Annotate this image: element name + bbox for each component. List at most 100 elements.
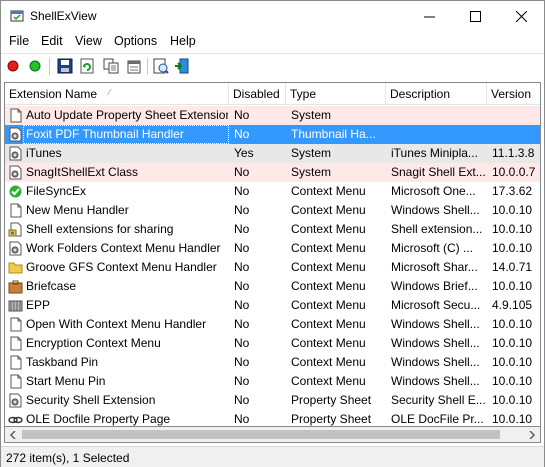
table-row[interactable]: Taskband Pin No Context Menu Windows Shell.…: [5, 353, 540, 372]
cell-extension-name: Encryption Context Menu: [26, 336, 161, 350]
list-header: Extension Name ⁄ Disabled Type Descripti…: [5, 83, 540, 105]
table-row[interactable]: New Menu Handler No Context Menu Windows Sh…: [5, 201, 540, 220]
menu-help[interactable]: Help: [169, 34, 197, 48]
shellexview-window: ShellExView File Edit View Options Help: [0, 0, 545, 467]
cell-extension-name: Open With Context Menu Handler: [26, 317, 207, 331]
column-header-version[interactable]: Version: [487, 83, 540, 105]
window-title: ShellExView: [30, 9, 97, 23]
table-row[interactable]: Security Shell Extension No Property Sheet…: [5, 391, 540, 410]
save-button[interactable]: [56, 57, 74, 75]
close-button[interactable]: [498, 1, 544, 31]
disable-red-icon: [7, 60, 19, 72]
cell-disabled: No: [234, 298, 250, 312]
status-bar: 272 item(s), 1 Selected: [1, 446, 544, 467]
list-rows: Auto Update Property Sheet Extension No Sy…: [5, 106, 540, 426]
html-report-button[interactable]: [152, 57, 170, 75]
cell-disabled: No: [234, 165, 250, 179]
epp-icon: [8, 298, 23, 313]
document-icon: [8, 108, 23, 123]
cell-description: Windows Shell...: [391, 317, 480, 331]
cell-version: 10.0.10: [492, 355, 533, 369]
table-row[interactable]: FileSyncEx No Context Menu Microsoft One...…: [5, 182, 540, 201]
column-header-type[interactable]: Type: [286, 83, 386, 105]
document-gear-icon: [8, 393, 23, 408]
cell-disabled: No: [234, 393, 250, 407]
cell-extension-name: SnagItShellExt Class: [26, 165, 139, 179]
cell-type: Context Menu: [291, 241, 366, 255]
cell-version: 10.0.10: [492, 241, 533, 255]
table-row[interactable]: Groove GFS Context Menu Handler No Context…: [5, 258, 540, 277]
cell-disabled: No: [234, 279, 250, 293]
column-header-disabled[interactable]: Disabled: [229, 83, 286, 105]
column-header-description[interactable]: Description: [386, 83, 487, 105]
table-row[interactable]: Auto Update Property Sheet Extension No Sy…: [5, 106, 540, 125]
cell-extension-name: Start Menu Pin: [26, 374, 106, 388]
cell-disabled: No: [234, 336, 250, 350]
cell-description: Shell extension...: [391, 222, 483, 236]
horizontal-scrollbar[interactable]: [4, 427, 541, 443]
cell-extension-name: Groove GFS Context Menu Handler: [26, 260, 217, 274]
table-row[interactable]: Briefcase No Context Menu Windows Brief... 1…: [5, 277, 540, 296]
scroll-thumb[interactable]: [22, 430, 500, 439]
title-bar: ShellExView: [1, 1, 544, 31]
cell-description: [391, 125, 487, 144]
extension-list[interactable]: Extension Name ⁄ Disabled Type Descripti…: [4, 82, 541, 427]
cell-extension-name: Shell extensions for sharing: [26, 222, 174, 236]
menu-view[interactable]: View: [74, 34, 103, 48]
cell-extension-name: Work Folders Context Menu Handler: [26, 241, 221, 255]
table-row[interactable]: Start Menu Pin No Context Menu Windows Shel…: [5, 372, 540, 391]
menu-edit[interactable]: Edit: [40, 34, 64, 48]
document-gear-icon: [8, 146, 23, 161]
cell-type: Context Menu: [291, 298, 366, 312]
cell-type: Context Menu: [291, 374, 366, 388]
table-row[interactable]: Open With Context Menu Handler No Context …: [5, 315, 540, 334]
exit-button[interactable]: [173, 57, 191, 75]
table-row[interactable]: Shell extensions for sharing No Context Me…: [5, 220, 540, 239]
table-row[interactable]: Work Folders Context Menu Handler No Conte…: [5, 239, 540, 258]
minimize-button[interactable]: [406, 1, 452, 31]
cell-version: 10.0.10: [492, 203, 533, 217]
table-row[interactable]: Encryption Context Menu No Context Menu Win…: [5, 334, 540, 353]
menu-options[interactable]: Options: [113, 34, 158, 48]
toolbar-separator: [49, 58, 50, 75]
cell-type: System: [291, 108, 332, 122]
cell-description: Security Shell E...: [391, 393, 486, 407]
table-row[interactable]: iTunes Yes System iTunes Minipla... 11.1.3.8: [5, 144, 540, 163]
cell-extension-name: FileSyncEx: [26, 184, 87, 198]
disable-button[interactable]: [4, 57, 22, 75]
cell-disabled: No: [234, 108, 250, 122]
column-header-extension-name[interactable]: Extension Name: [5, 83, 229, 105]
cell-type: Property Sheet: [291, 412, 372, 426]
copy-button[interactable]: [102, 57, 120, 75]
scroll-left-button[interactable]: [5, 427, 21, 443]
table-row[interactable]: OLE Docfile Property Page No Property Shee…: [5, 410, 540, 426]
chevron-left-icon: [9, 431, 16, 439]
document-icon: [8, 336, 23, 351]
cell-version: 10.0.10: [492, 412, 533, 426]
properties-button[interactable]: [125, 57, 143, 75]
refresh-icon: [80, 58, 94, 74]
enable-button[interactable]: [26, 57, 44, 75]
table-row[interactable]: EPP No Context Menu Microsoft Secu... 4.9.10…: [5, 296, 540, 315]
status-text: 272 item(s), 1 Selected: [6, 451, 130, 465]
document-icon: [8, 374, 23, 389]
cell-description: OLE DocFile Pr...: [391, 412, 484, 426]
cell-type: System: [291, 165, 332, 179]
document-icon: [8, 355, 23, 370]
refresh-button[interactable]: [78, 57, 96, 75]
cell-type: Context Menu: [291, 336, 366, 350]
exit-icon: [175, 58, 189, 74]
scroll-right-button[interactable]: [524, 427, 540, 443]
cell-description: Windows Shell...: [391, 374, 480, 388]
table-row[interactable]: SnagItShellExt Class No System Snagit Shell…: [5, 163, 540, 182]
cell-type: Context Menu: [291, 260, 366, 274]
cell-type: Context Menu: [291, 184, 366, 198]
menu-file[interactable]: File: [8, 34, 30, 48]
cell-version: [492, 106, 540, 125]
cell-description: Microsoft One...: [391, 184, 476, 198]
cell-disabled: Yes: [234, 146, 254, 160]
folder-icon: [8, 260, 23, 275]
cell-version: 17.3.62: [492, 184, 533, 198]
maximize-button[interactable]: [452, 1, 498, 31]
table-row[interactable]: Foxit PDF Thumbnail Handler No Thumbnail H…: [5, 125, 540, 144]
